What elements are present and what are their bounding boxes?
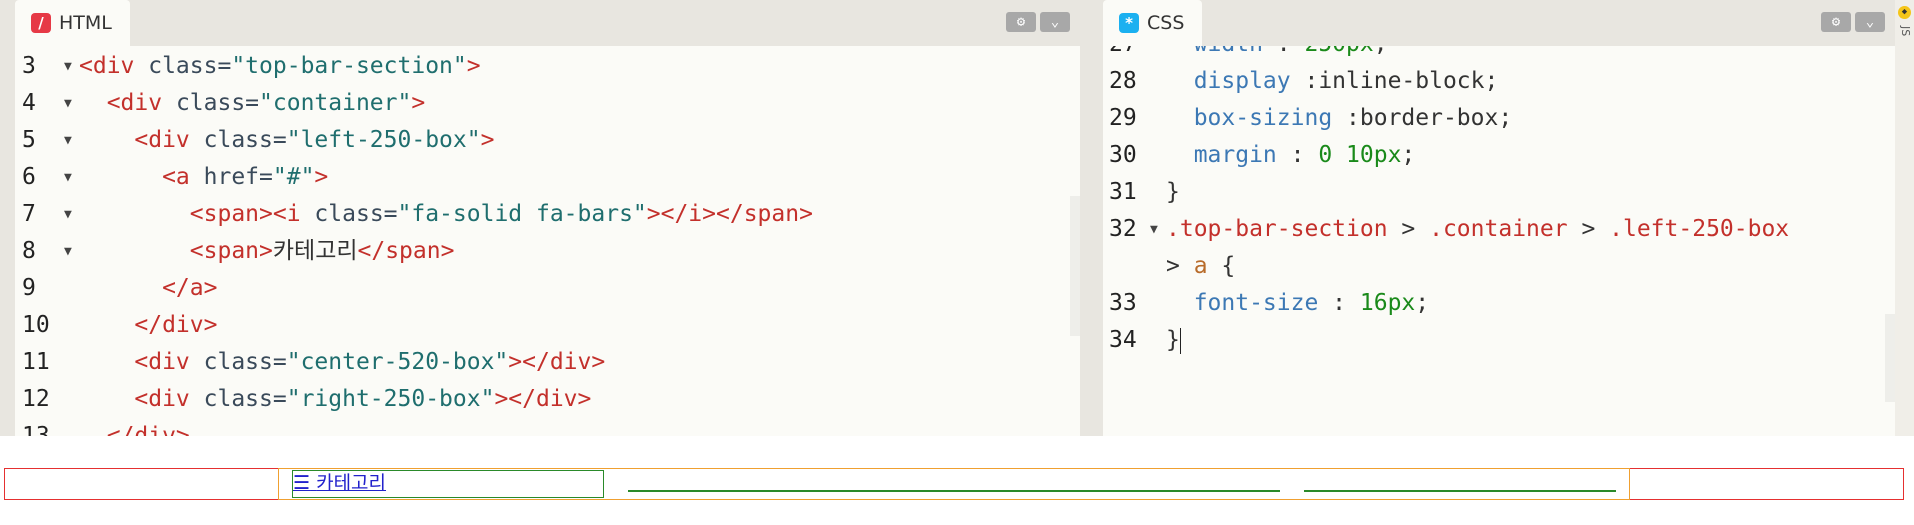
category-link[interactable]: ☰ 카테고리 <box>293 472 386 494</box>
fold-arrow-icon[interactable]: ▼ <box>64 85 72 122</box>
css-settings-gear-icon[interactable]: ⚙ <box>1821 12 1851 32</box>
html-header-buttons: ⚙ ⌄ <box>1006 12 1070 32</box>
html-panel-header: / HTML ⚙ ⌄ <box>15 0 1080 46</box>
result-preview: ☰ 카테고리 <box>0 436 1914 525</box>
html-settings-gear-icon[interactable]: ⚙ <box>1006 12 1036 32</box>
fold-arrow-icon[interactable]: ▼ <box>1150 211 1158 248</box>
fold-arrow-icon[interactable]: ▼ <box>64 48 72 85</box>
editor-area: / HTML ⚙ ⌄ 3 ▼ <div class="top-bar-section… <box>0 0 1914 436</box>
category-link-text: 카테고리 <box>316 472 387 494</box>
css-tab-label: CSS <box>1147 12 1185 34</box>
fold-arrow-icon[interactable]: ▼ <box>64 122 72 159</box>
css-panel-header: * CSS ⚙ ⌄ <box>1103 0 1895 46</box>
js-panel-collapsed[interactable]: ◆ JS <box>1895 0 1914 436</box>
bars-icon: ☰ <box>293 472 311 494</box>
fold-arrow-icon[interactable]: ▼ <box>64 159 72 196</box>
html-file-icon: / <box>31 13 51 33</box>
fold-arrow-icon[interactable]: ▼ <box>64 196 72 233</box>
css-file-icon: * <box>1119 13 1139 33</box>
css-scrollbar[interactable] <box>1885 314 1895 402</box>
js-panel-label: JS <box>1899 26 1912 37</box>
right-250-box <box>1304 490 1616 492</box>
left-250-box: ☰ 카테고리 <box>292 470 604 498</box>
css-editor-panel: * CSS ⚙ ⌄ 27 width : 250px; 28 display :… <box>1103 0 1895 436</box>
fold-arrow-icon[interactable]: ▼ <box>64 233 72 270</box>
html-tab[interactable]: / HTML <box>15 0 130 46</box>
html-scrollbar[interactable] <box>1070 196 1080 336</box>
css-collapse-chevron-down-icon[interactable]: ⌄ <box>1855 12 1885 32</box>
html-code-editor[interactable]: 3 ▼ <div class="top-bar-section"> 4 ▼ <div … <box>15 46 1080 436</box>
html-collapse-chevron-down-icon[interactable]: ⌄ <box>1040 12 1070 32</box>
css-header-buttons: ⚙ ⌄ <box>1821 12 1885 32</box>
css-code-editor[interactable]: 27 width : 250px; 28 display :inline-blo… <box>1103 46 1895 436</box>
js-file-icon: ◆ <box>1898 6 1911 19</box>
text-cursor <box>1179 327 1181 354</box>
html-tab-label: HTML <box>59 12 112 34</box>
css-tab[interactable]: * CSS <box>1103 0 1203 46</box>
html-editor-panel: / HTML ⚙ ⌄ 3 ▼ <div class="top-bar-section… <box>15 0 1080 436</box>
center-520-box <box>628 490 1280 492</box>
